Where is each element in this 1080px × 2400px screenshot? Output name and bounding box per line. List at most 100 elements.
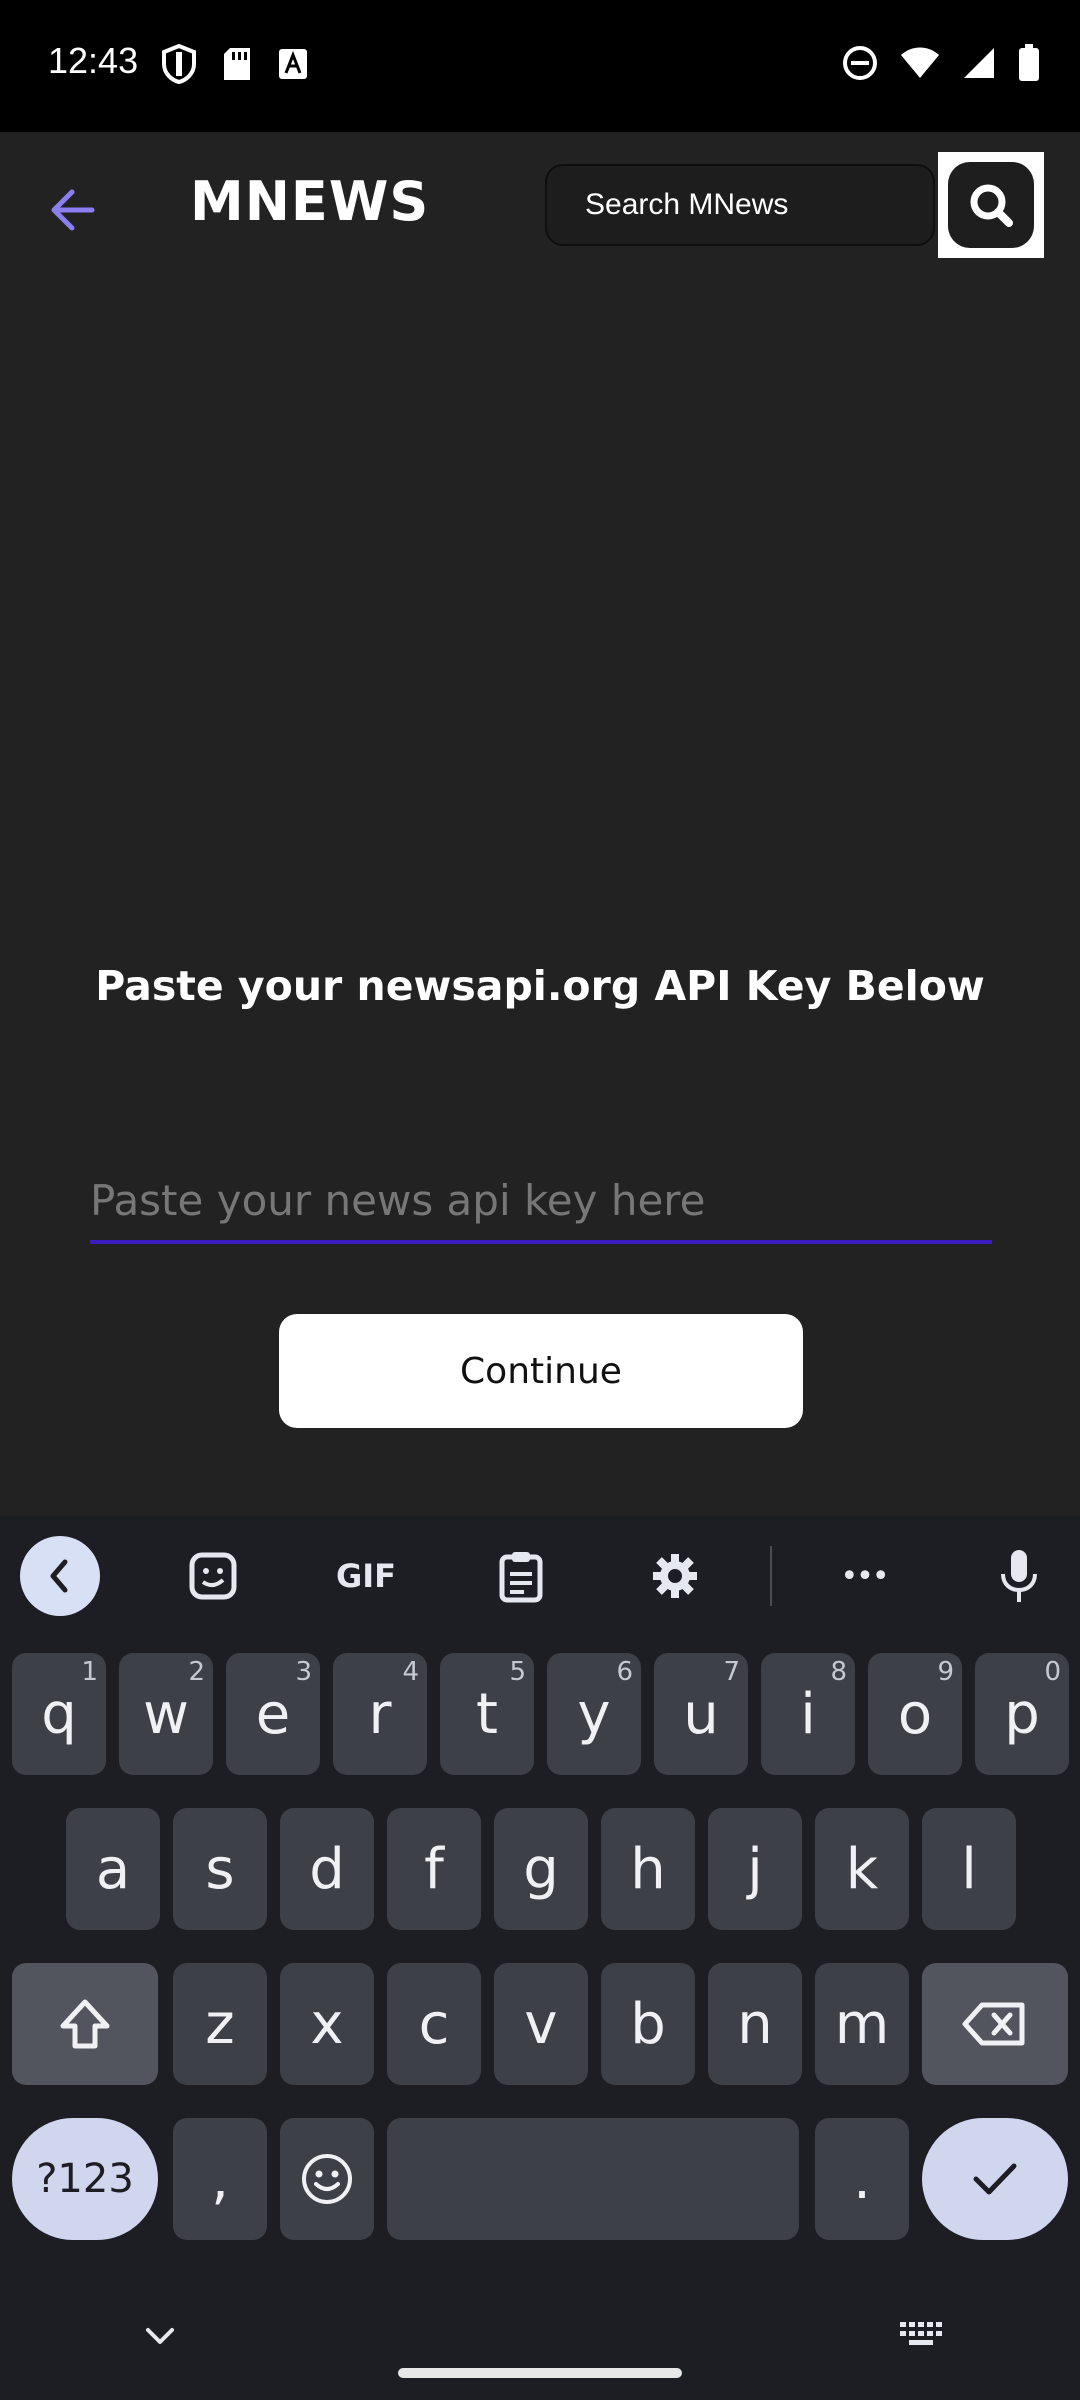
app-screen: MNEWS Search MNews Paste your newsapi.or… — [0, 132, 1080, 1516]
key-h[interactable]: h — [601, 1808, 695, 1930]
font-icon — [279, 49, 307, 79]
key-y[interactable]: y6 — [547, 1653, 641, 1775]
back-button[interactable] — [40, 178, 104, 242]
wifi-icon — [901, 47, 939, 78]
comma-key[interactable]: , — [173, 2118, 267, 2240]
key-hint: 9 — [937, 1657, 954, 1687]
key-label: t — [476, 1681, 498, 1747]
dnd-icon — [843, 46, 877, 80]
clipboard-icon — [499, 1552, 543, 1603]
key-u[interactable]: u7 — [654, 1653, 748, 1775]
key-p[interactable]: p0 — [975, 1653, 1069, 1775]
key-v[interactable]: v — [494, 1963, 588, 2085]
status-icons-left — [162, 44, 308, 84]
key-t[interactable]: t5 — [440, 1653, 534, 1775]
key-hint: 1 — [81, 1657, 98, 1687]
key-r[interactable]: r4 — [333, 1653, 427, 1775]
chevron-left-icon — [50, 1559, 68, 1593]
period-key[interactable]: . — [815, 2118, 909, 2240]
sticker-button[interactable] — [173, 1536, 253, 1616]
key-label: p — [1004, 1681, 1040, 1747]
emoji-icon — [302, 2154, 352, 2204]
search-button[interactable] — [938, 152, 1044, 258]
key-q[interactable]: q1 — [12, 1653, 106, 1775]
key-label: q — [41, 1681, 77, 1747]
emoji-key[interactable] — [280, 2118, 374, 2240]
backspace-icon — [962, 2002, 1025, 2046]
key-j[interactable]: j — [708, 1808, 802, 1930]
key-w[interactable]: w2 — [119, 1653, 213, 1775]
keyboard-nav-area — [0, 2290, 1080, 2400]
sticker-icon — [189, 1552, 237, 1600]
keyboard-switch-button[interactable] — [898, 2318, 944, 2352]
key-label: w — [143, 1681, 189, 1747]
keyboard-toolbar: GIF ••• — [0, 1516, 1080, 1634]
home-indicator[interactable] — [398, 2368, 682, 2378]
key-label: e — [255, 1681, 291, 1747]
search-button-face — [948, 162, 1034, 248]
checkmark-icon — [973, 2163, 1017, 2195]
key-f[interactable]: f — [387, 1808, 481, 1930]
key-o[interactable]: o9 — [868, 1653, 962, 1775]
key-label: o — [897, 1681, 933, 1747]
key-e[interactable]: e3 — [226, 1653, 320, 1775]
key-d[interactable]: d — [280, 1808, 374, 1930]
key-hint: 4 — [402, 1657, 419, 1687]
key-g[interactable]: g — [494, 1808, 588, 1930]
collapse-toolbar-button[interactable] — [20, 1536, 100, 1616]
voice-input-button[interactable] — [979, 1536, 1059, 1616]
keyboard: GIF ••• q1 w2 e3 r4 t5 y6 u7 i8 o9 p0 a … — [0, 1516, 1080, 2400]
key-c[interactable]: c — [387, 1963, 481, 2085]
key-hint: 5 — [509, 1657, 526, 1687]
key-label: i — [800, 1681, 816, 1747]
mic-icon — [1001, 1550, 1037, 1602]
backspace-key[interactable] — [922, 1963, 1068, 2085]
symbols-key[interactable]: ?123 — [12, 2118, 158, 2240]
more-button[interactable]: ••• — [824, 1536, 904, 1616]
key-k[interactable]: k — [815, 1808, 909, 1930]
key-a[interactable]: a — [66, 1808, 160, 1930]
clipboard-button[interactable] — [481, 1536, 561, 1616]
status-icons-right — [842, 44, 1040, 82]
key-hint: 7 — [723, 1657, 740, 1687]
enter-key[interactable] — [922, 2118, 1068, 2240]
space-key[interactable] — [387, 2118, 799, 2240]
chevron-down-icon — [146, 2328, 174, 2344]
keyboard-icon — [900, 2322, 942, 2345]
key-l[interactable]: l — [922, 1808, 1016, 1930]
shield-icon — [162, 44, 196, 84]
settings-button[interactable] — [635, 1536, 715, 1616]
arrow-back-icon — [51, 189, 95, 231]
status-bar: 12:43 — [0, 0, 1080, 132]
key-m[interactable]: m — [815, 1963, 909, 2085]
toolbar-divider — [770, 1546, 772, 1606]
key-label: y — [577, 1681, 611, 1747]
key-hint: 0 — [1044, 1657, 1061, 1687]
key-hint: 8 — [830, 1657, 847, 1687]
continue-button[interactable]: Continue — [279, 1314, 803, 1428]
key-hint: 6 — [616, 1657, 633, 1687]
signal-icon — [964, 48, 994, 78]
search-input[interactable]: Search MNews — [545, 164, 935, 246]
key-label: u — [683, 1681, 719, 1747]
api-key-input[interactable] — [90, 1160, 992, 1244]
key-hint: 3 — [295, 1657, 312, 1687]
key-n[interactable]: n — [708, 1963, 802, 2085]
gif-button[interactable]: GIF — [326, 1536, 406, 1616]
battery-icon — [1019, 44, 1039, 81]
sd-card-icon — [224, 48, 250, 80]
status-time: 12:43 — [48, 40, 139, 81]
search-icon — [970, 184, 1013, 227]
key-x[interactable]: x — [280, 1963, 374, 2085]
app-title: MNEWS — [190, 170, 430, 233]
shift-icon — [60, 1999, 110, 2049]
key-s[interactable]: s — [173, 1808, 267, 1930]
key-label: r — [368, 1681, 392, 1747]
key-i[interactable]: i8 — [761, 1653, 855, 1775]
hide-keyboard-button[interactable] — [140, 2316, 180, 2356]
key-b[interactable]: b — [601, 1963, 695, 2085]
api-key-prompt: Paste your newsapi.org API Key Below — [95, 962, 985, 1010]
settings-icon — [653, 1554, 697, 1598]
shift-key[interactable] — [12, 1963, 158, 2085]
key-z[interactable]: z — [173, 1963, 267, 2085]
